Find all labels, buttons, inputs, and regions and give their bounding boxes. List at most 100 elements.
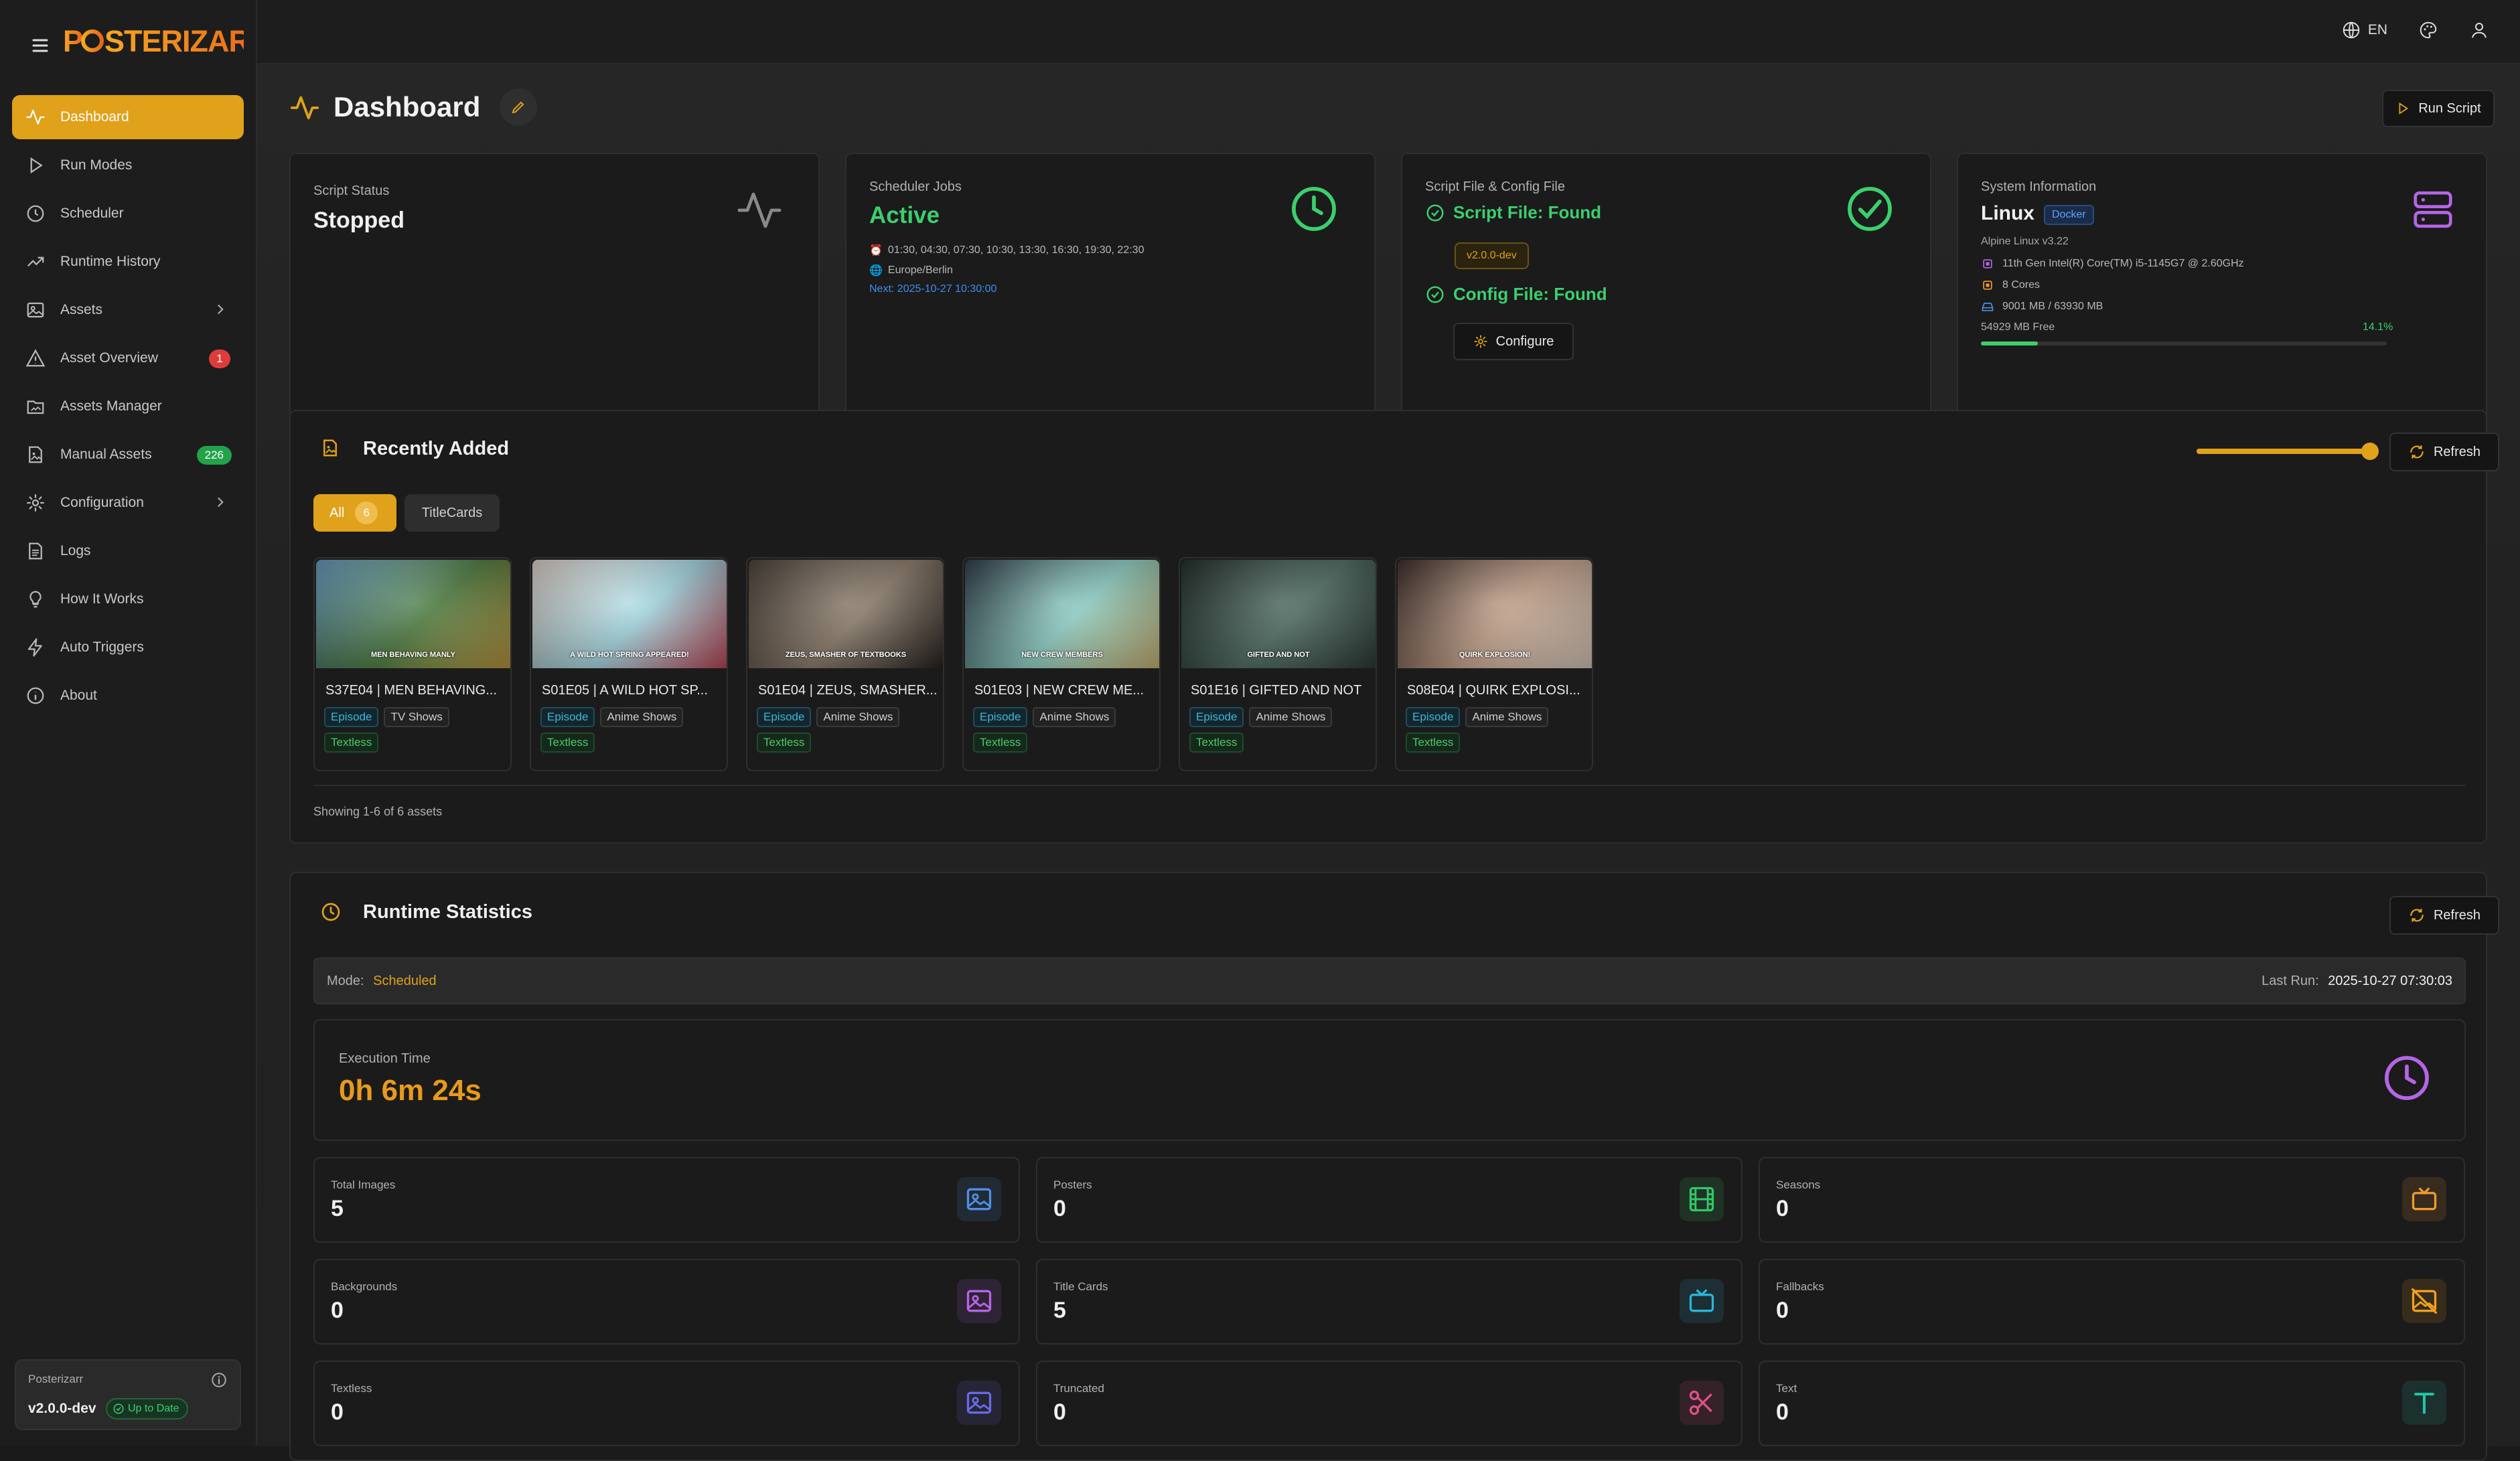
asset-card[interactable]: GIFTED AND NOT S01E16 | GIFTED AND NOT Epi… bbox=[1179, 557, 1377, 771]
sidebar-item-auto-triggers[interactable]: Auto Triggers bbox=[12, 625, 244, 670]
tag-textless: Textless bbox=[757, 733, 812, 753]
sidebar-item-assets[interactable]: Assets bbox=[12, 288, 244, 332]
tag-category: Anime Shows bbox=[1249, 707, 1333, 727]
alarm-icon: ⏰ bbox=[869, 245, 883, 256]
tab-titlecards[interactable]: TitleCards bbox=[404, 494, 500, 532]
type-icon bbox=[2402, 1381, 2446, 1425]
asset-card[interactable]: MEN BEHAVING MANLY S37E04 | MEN BEHAVING.… bbox=[313, 557, 512, 771]
menu-icon[interactable] bbox=[24, 29, 56, 62]
sidebar-item-scheduler[interactable]: Scheduler bbox=[12, 191, 244, 236]
asset-thumbnail[interactable]: QUIRK EXPLOSION! bbox=[1398, 560, 1592, 668]
scissors-icon bbox=[1680, 1381, 1724, 1425]
thumbnail-caption: ZEUS, SMASHER OF TEXTBOOKS bbox=[785, 651, 907, 659]
scheduler-status-value: Active bbox=[869, 202, 940, 228]
sidebar-item-label: Asset Overview bbox=[60, 350, 158, 366]
tag-textless: Textless bbox=[1189, 733, 1244, 753]
cpu-icon bbox=[1983, 281, 1992, 290]
check-circle-icon bbox=[1426, 286, 1444, 303]
sidebar-item-runtime-history[interactable]: Runtime History bbox=[12, 240, 244, 284]
sidebar-item-label: Auto Triggers bbox=[60, 639, 144, 655]
slider-thumb[interactable] bbox=[2361, 443, 2379, 460]
asset-thumbnail[interactable]: A WILD HOT SPRING APPEARED! bbox=[532, 560, 727, 668]
stat-value: 5 bbox=[331, 1196, 344, 1221]
mode-label: Mode: bbox=[327, 974, 364, 988]
tag-episode: Episode bbox=[757, 707, 812, 727]
sidebar-item-manual-assets[interactable]: Manual Assets 226 bbox=[12, 433, 244, 477]
asset-card[interactable]: NEW CREW MEMBERS S01E03 | NEW CREW ME... E… bbox=[962, 557, 1161, 771]
asset-thumbnail[interactable]: NEW CREW MEMBERS bbox=[965, 560, 1159, 668]
sidebar-item-how-it-works[interactable]: How It Works bbox=[12, 577, 244, 621]
thumbnail-caption: NEW CREW MEMBERS bbox=[1021, 651, 1103, 659]
script-file-status: Script File: Found bbox=[1425, 202, 1601, 223]
schedule-times: ⏰ 01:30, 04:30, 07:30, 10:30, 13:30, 16:3… bbox=[869, 244, 1144, 257]
asset-thumbnail[interactable]: MEN BEHAVING MANLY bbox=[316, 560, 510, 668]
check-circle-icon bbox=[1844, 183, 1895, 234]
stat-label: Total Images bbox=[331, 1178, 396, 1191]
sidebar-item-assets-manager[interactable]: Assets Manager bbox=[12, 384, 244, 429]
tag-category: Anime Shows bbox=[600, 707, 684, 727]
sidebar-item-label: Scheduler bbox=[60, 206, 124, 221]
asset-card[interactable]: A WILD HOT SPRING APPEARED! S01E05 | A WI… bbox=[530, 557, 728, 771]
lightbulb-icon bbox=[25, 589, 46, 609]
thumbnail-caption: GIFTED AND NOT bbox=[1247, 651, 1310, 659]
refresh-label: Refresh bbox=[2433, 907, 2481, 923]
stat-value: 5 bbox=[1053, 1298, 1066, 1323]
config-file-text: Config File: Found bbox=[1453, 284, 1607, 304]
asset-title: S37E04 | MEN BEHAVING... bbox=[325, 683, 498, 698]
clock-icon bbox=[2381, 1053, 2432, 1103]
asset-title: S01E16 | GIFTED AND NOT bbox=[1191, 683, 1362, 698]
timezone-text: Europe/Berlin bbox=[887, 264, 953, 276]
refresh-label: Refresh bbox=[2433, 444, 2481, 459]
refresh-button[interactable]: Refresh bbox=[2389, 896, 2499, 935]
asset-card[interactable]: QUIRK EXPLOSION! S08E04 | QUIRK EXPLOSI..… bbox=[1395, 557, 1593, 771]
asset-card[interactable]: ZEUS, SMASHER OF TEXTBOOKS S01E04 | ZEUS,… bbox=[746, 557, 944, 771]
sidebar-item-about[interactable]: About bbox=[12, 674, 244, 718]
activity-icon bbox=[289, 92, 320, 123]
app-logo[interactable]: P STERIZARR bbox=[63, 21, 244, 60]
tab-all[interactable]: All 6 bbox=[313, 494, 396, 532]
execution-time-card: Execution Time 0h 6m 24s bbox=[313, 1019, 2466, 1141]
sidebar-item-run-modes[interactable]: Run Modes bbox=[12, 143, 244, 187]
tag-row: Textless bbox=[1189, 733, 1249, 753]
gear-icon bbox=[25, 493, 46, 513]
stat-label: Posters bbox=[1053, 1178, 1092, 1191]
tag-textless: Textless bbox=[973, 733, 1028, 753]
tag-textless: Textless bbox=[540, 733, 595, 753]
size-slider[interactable] bbox=[2197, 443, 2379, 460]
script-file-text: Script File: Found bbox=[1453, 202, 1601, 222]
cpu-row: 11th Gen Intel(R) Core(TM) i5-1145G7 @ 2… bbox=[1981, 257, 2244, 271]
thumbnail-caption: MEN BEHAVING MANLY bbox=[371, 651, 455, 659]
tag-category: TV Shows bbox=[384, 707, 449, 727]
tag-category: Anime Shows bbox=[1033, 707, 1116, 727]
info-icon[interactable] bbox=[210, 1371, 228, 1389]
sidebar-item-dashboard[interactable]: Dashboard bbox=[12, 95, 244, 139]
edit-button[interactable] bbox=[500, 88, 537, 126]
sidebar-item-asset-overview[interactable]: Asset Overview 1 bbox=[12, 336, 244, 380]
tag-row: Textless bbox=[757, 733, 816, 753]
pencil-icon bbox=[512, 101, 524, 114]
folder-icon bbox=[25, 396, 46, 416]
user-icon[interactable] bbox=[2469, 20, 2489, 40]
configure-button[interactable]: Configure bbox=[1453, 323, 1574, 360]
docker-badge: Docker bbox=[2044, 205, 2094, 225]
tag-episode: Episode bbox=[1406, 707, 1461, 727]
palette-icon[interactable] bbox=[2418, 20, 2438, 40]
chevron-right-icon bbox=[212, 493, 229, 511]
stat-label: Title Cards bbox=[1053, 1280, 1108, 1293]
run-script-button[interactable]: Run Script bbox=[2382, 90, 2495, 127]
count-badge: 1 bbox=[209, 350, 230, 368]
language-selector[interactable]: EN bbox=[2341, 20, 2387, 40]
asset-thumbnail[interactable]: ZEUS, SMASHER OF TEXTBOOKS bbox=[749, 560, 943, 668]
mode-row: Mode: Scheduled bbox=[327, 974, 437, 989]
refresh-button[interactable]: Refresh bbox=[2389, 433, 2499, 471]
clock-icon bbox=[320, 901, 342, 923]
asset-thumbnail[interactable]: GIFTED AND NOT bbox=[1181, 560, 1376, 668]
last-run-value: 2025-10-27 07:30:03 bbox=[2328, 974, 2452, 988]
stat-value: 0 bbox=[1053, 1399, 1066, 1425]
script-status-value: Stopped bbox=[313, 208, 404, 233]
tag-textless: Textless bbox=[324, 733, 379, 753]
sidebar-item-logs[interactable]: Logs bbox=[12, 529, 244, 573]
sidebar-item-configuration[interactable]: Configuration bbox=[12, 481, 244, 525]
tag-episode: Episode bbox=[324, 707, 379, 727]
app-name: Posterizarr bbox=[28, 1373, 84, 1385]
